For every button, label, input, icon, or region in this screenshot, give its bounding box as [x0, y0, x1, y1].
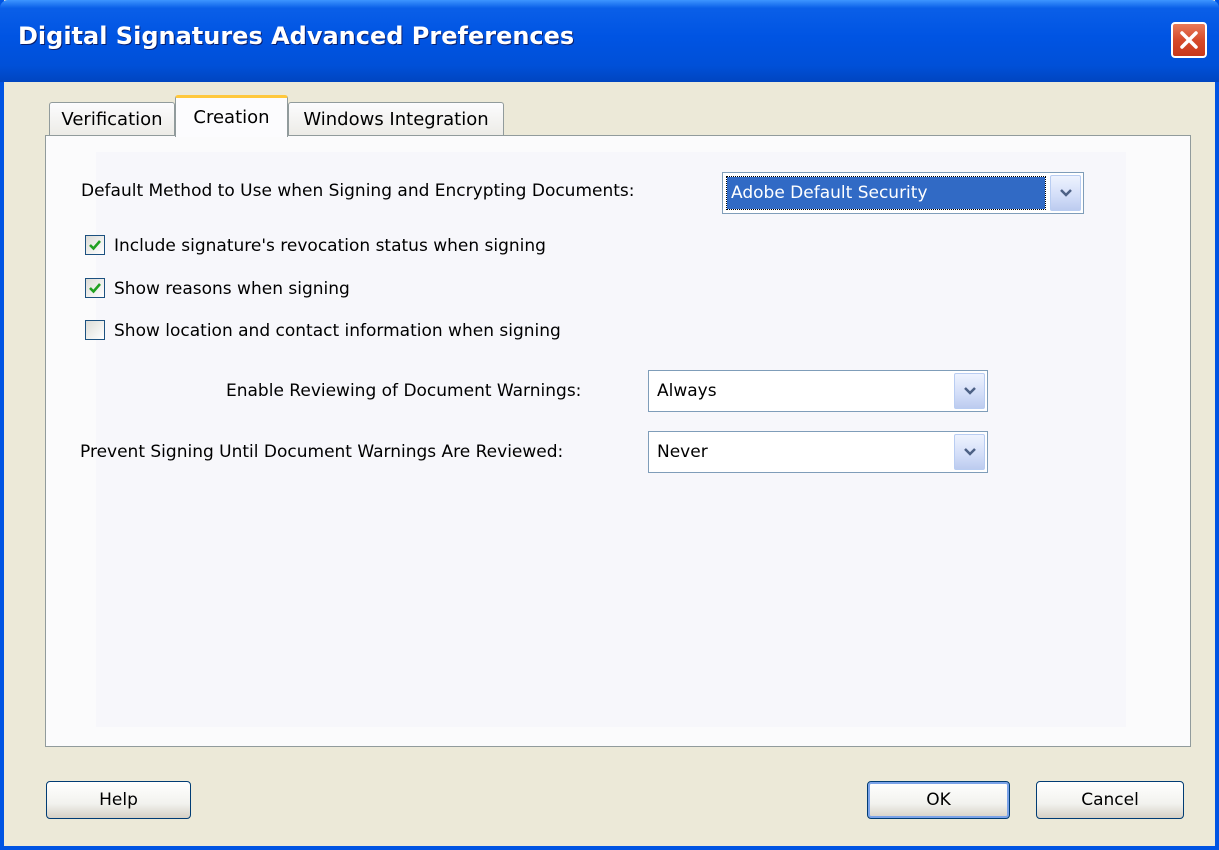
tab-panel-creation: Default Method to Use when Signing and E…	[45, 135, 1191, 747]
chevron-down-icon	[963, 448, 976, 456]
enable-reviewing-select[interactable]: Always	[648, 370, 988, 412]
window-title: Digital Signatures Advanced Preferences	[18, 22, 575, 50]
check-icon	[89, 283, 101, 294]
enable-reviewing-value: Always	[657, 381, 717, 401]
check-icon	[89, 240, 101, 251]
title-bar[interactable]: Digital Signatures Advanced Preferences	[0, 0, 1219, 82]
prevent-signing-value: Never	[657, 442, 708, 462]
revocation-status-checkbox[interactable]	[85, 235, 105, 255]
show-location-label[interactable]: Show location and contact information wh…	[114, 321, 561, 341]
help-button[interactable]: Help	[46, 781, 191, 819]
prevent-signing-select[interactable]: Never	[648, 431, 988, 473]
default-method-value: Adobe Default Security	[726, 176, 1046, 210]
show-location-checkbox[interactable]	[85, 320, 105, 340]
chevron-down-icon	[1059, 189, 1072, 197]
tab-windows-integration[interactable]: Windows Integration	[288, 102, 504, 136]
enable-reviewing-dropdown-button[interactable]	[954, 373, 985, 409]
default-method-label: Default Method to Use when Signing and E…	[81, 181, 635, 201]
close-button[interactable]	[1171, 22, 1207, 58]
prevent-signing-label: Prevent Signing Until Document Warnings …	[80, 442, 564, 462]
chevron-down-icon	[963, 387, 976, 395]
show-reasons-label[interactable]: Show reasons when signing	[114, 279, 350, 299]
ok-button[interactable]: OK	[867, 781, 1010, 819]
revocation-status-label[interactable]: Include signature's revocation status wh…	[114, 236, 546, 256]
show-reasons-checkbox[interactable]	[85, 278, 105, 298]
default-method-dropdown-button[interactable]	[1050, 175, 1081, 211]
default-method-select[interactable]: Adobe Default Security	[722, 172, 1084, 214]
prevent-signing-dropdown-button[interactable]	[954, 434, 985, 470]
enable-reviewing-label: Enable Reviewing of Document Warnings:	[226, 381, 582, 401]
cancel-button[interactable]: Cancel	[1036, 781, 1184, 819]
tab-creation[interactable]: Creation	[175, 95, 288, 137]
tab-verification[interactable]: Verification	[49, 102, 175, 136]
close-icon	[1180, 31, 1198, 49]
